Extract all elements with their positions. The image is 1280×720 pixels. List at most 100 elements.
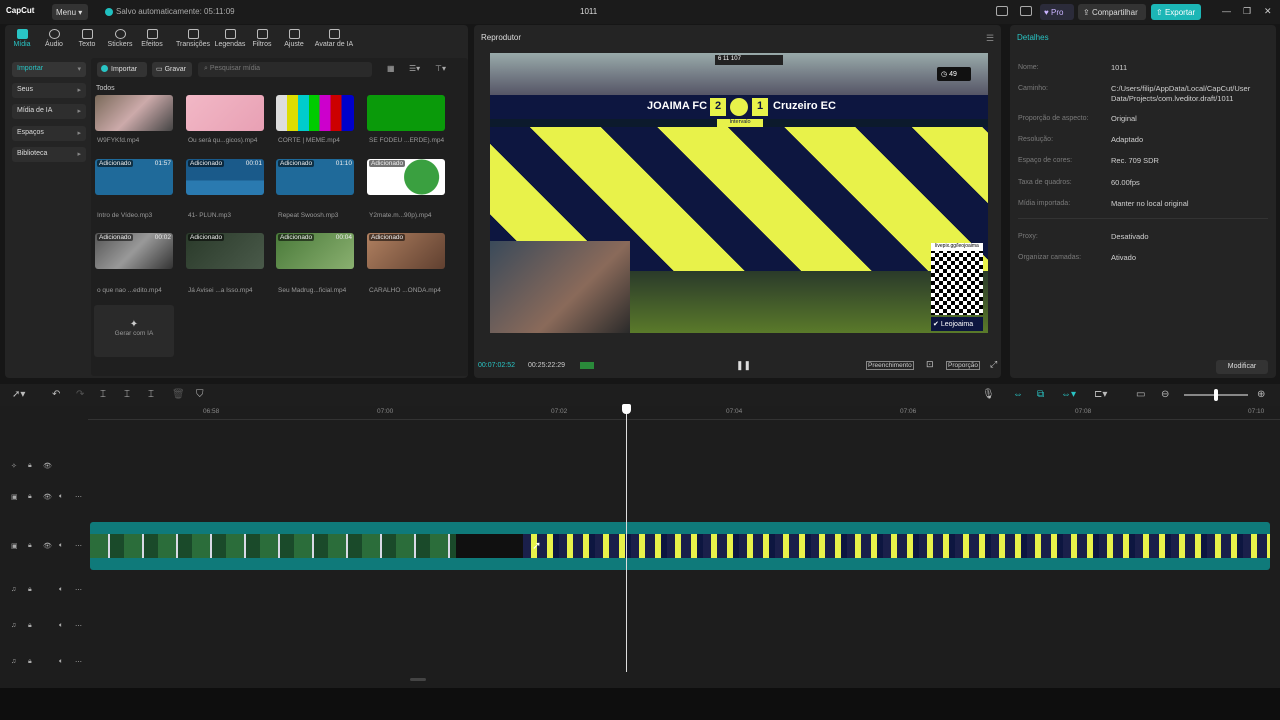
home-team: JOAIMA FC	[647, 100, 708, 112]
tab-filters[interactable]: Filtros	[245, 29, 279, 48]
eye-icon[interactable]: 👁︎	[43, 493, 52, 501]
more-icon[interactable]: ⋯	[75, 493, 82, 501]
speaker-icon[interactable]: 🔈︎	[59, 658, 63, 666]
project-title: 1011	[580, 7, 598, 16]
media-item[interactable]: Adicionado 01:10	[276, 159, 354, 195]
undo-icon[interactable]: ↶	[52, 389, 60, 400]
lock-icon[interactable]: 🔒︎	[28, 622, 32, 630]
share-button[interactable]: ⇪ Compartilhar	[1078, 4, 1146, 20]
detail-value: Original	[1111, 114, 1137, 123]
export-button[interactable]: ⇧ Exportar	[1151, 4, 1201, 20]
marker-icon[interactable]: ⛉	[196, 389, 204, 400]
lock-icon[interactable]: 🔒︎	[28, 658, 32, 666]
time-ruler[interactable]	[88, 406, 1280, 420]
tab-transitions[interactable]: Transições	[172, 29, 214, 48]
split-icon[interactable]: ⌶	[100, 389, 106, 400]
zoom-in-icon[interactable]: ⊕	[1257, 389, 1265, 400]
search-input[interactable]: ⌕ Pesquisar mídia	[198, 62, 372, 77]
minimize-icon[interactable]: —	[1222, 6, 1231, 16]
ruler-label: 06:58	[203, 408, 220, 415]
modify-button[interactable]: Modificar	[1216, 360, 1268, 374]
eye-icon[interactable]: 👁︎	[43, 542, 52, 550]
magnet-icon[interactable]: ⧉	[1037, 389, 1044, 400]
speaker-icon[interactable]: 🔈︎	[59, 622, 63, 630]
trim-left-icon[interactable]: ⌶	[124, 389, 130, 400]
preview-axis-icon[interactable]: ⊏▾	[1094, 389, 1107, 400]
link-icon[interactable]: ⇔	[1013, 389, 1023, 400]
video-clip[interactable]	[90, 522, 1270, 570]
record-button[interactable]: ▭ Gravar	[152, 62, 192, 77]
speaker-icon[interactable]: 🔈︎	[59, 586, 63, 594]
tab-stickers[interactable]: Stickers	[103, 29, 137, 48]
lock-icon[interactable]: 🔒︎	[28, 493, 32, 501]
microphone-icon[interactable]: 🎙	[982, 389, 995, 400]
snap-icon[interactable]: ⇔▾	[1061, 389, 1076, 400]
speaker-icon[interactable]: 🔈︎	[59, 493, 63, 501]
zoom-slider-handle[interactable]	[1214, 389, 1218, 401]
shortcuts-icon[interactable]	[1020, 6, 1032, 16]
trim-right-icon[interactable]: ⌶	[148, 389, 154, 400]
maximize-icon[interactable]: ❐	[1243, 6, 1251, 17]
close-icon[interactable]: ✕	[1264, 6, 1272, 17]
fill-button[interactable]: Preenchimento	[866, 361, 914, 370]
media-item[interactable]	[186, 95, 264, 131]
sidebar-item-ai-media[interactable]: Mídia de IA ▸	[12, 104, 86, 119]
lock-icon[interactable]: 🔒︎	[28, 586, 32, 594]
sidebar-item-spaces[interactable]: Espaços ▸	[12, 126, 86, 141]
filters-icon	[256, 29, 268, 39]
tab-effects[interactable]: Efeitos	[135, 29, 169, 48]
pause-icon[interactable]: ❚❚	[736, 360, 751, 371]
media-item[interactable]	[367, 95, 445, 131]
tab-media[interactable]: Mídia	[5, 29, 39, 48]
more-icon[interactable]: ⋯	[75, 658, 82, 666]
import-button[interactable]: Importar	[97, 62, 147, 77]
more-icon[interactable]: ⋯	[75, 542, 82, 550]
video-preview[interactable]: 6 11 107 ◷ 49 JOAIMA FC 2 1 Cruzeiro EC …	[490, 53, 988, 333]
layout-icon[interactable]	[996, 6, 1008, 16]
menu-icon[interactable]: ☰	[986, 33, 994, 44]
menu-button[interactable]: Menu ▾	[52, 4, 88, 20]
crop-icon[interactable]: ⊡	[926, 359, 934, 370]
tab-adjust[interactable]: Ajuste	[277, 29, 311, 48]
speaker-icon[interactable]: 🔈︎	[59, 542, 63, 550]
zoom-out-icon[interactable]: ⊖	[1161, 389, 1169, 400]
media-item[interactable]: Adicionado	[367, 159, 445, 195]
playhead[interactable]	[626, 406, 627, 672]
tab-text[interactable]: Texto	[70, 29, 104, 48]
generate-ai-button[interactable]: ✦ Gerar com IA	[94, 305, 174, 357]
media-item[interactable]: Adicionado 01:57	[95, 159, 173, 195]
tab-audio[interactable]: Áudio	[37, 29, 71, 48]
delete-icon[interactable]: 🗑	[172, 389, 185, 400]
media-item[interactable]: Adicionado	[367, 233, 445, 269]
media-item[interactable]: Adicionado 00:01	[186, 159, 264, 195]
media-item[interactable]: Adicionado 00:02	[95, 233, 173, 269]
added-badge: Adicionado	[369, 234, 406, 241]
more-icon[interactable]: ⋯	[75, 622, 82, 630]
sidebar-item-library[interactable]: Biblioteca ▸	[12, 147, 86, 162]
captions-toggle-icon[interactable]: ▭	[1136, 389, 1145, 400]
more-icon[interactable]: ⋯	[75, 586, 82, 594]
redo-icon[interactable]: ↷	[76, 389, 84, 400]
media-item[interactable]	[276, 95, 354, 131]
tab-ai-avatar[interactable]: Avatar de IA	[311, 29, 357, 48]
sort-icon[interactable]: ☰▾	[409, 64, 425, 74]
tab-captions[interactable]: Legendas	[210, 29, 250, 48]
ratio-button[interactable]: Proporção	[946, 361, 980, 370]
eye-icon[interactable]: 👁︎	[43, 462, 52, 470]
grid-view-icon[interactable]: ▦	[387, 64, 403, 74]
media-item[interactable]: Adicionado 00:04	[276, 233, 354, 269]
lock-icon[interactable]: 🔒︎	[28, 542, 32, 550]
playhead-handle[interactable]	[622, 404, 631, 414]
media-item[interactable]: Adicionado	[186, 233, 264, 269]
sidebar-item-import[interactable]: Importar ▾	[12, 62, 86, 77]
fullscreen-icon[interactable]: ⤢	[990, 359, 997, 370]
sidebar-item-yours[interactable]: Seus ▸	[12, 83, 86, 98]
select-tool-icon[interactable]: ➚▾	[12, 389, 25, 400]
horizontal-scrollbar[interactable]	[410, 678, 426, 681]
stream-stats: 6 11 107	[715, 55, 783, 65]
lock-icon[interactable]: 🔒︎	[28, 462, 32, 470]
filter-icon[interactable]: ⊤▾	[435, 64, 451, 74]
media-item[interactable]	[95, 95, 173, 131]
pro-button[interactable]: ♥ Pro	[1040, 4, 1074, 20]
import-icon	[101, 65, 108, 72]
